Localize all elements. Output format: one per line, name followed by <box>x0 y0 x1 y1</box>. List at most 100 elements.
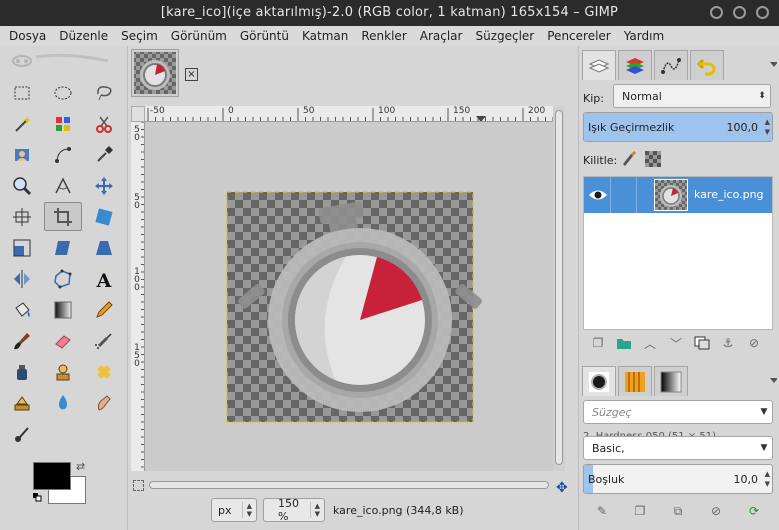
vertical-scrollbar[interactable] <box>553 106 565 471</box>
shear-tool-button[interactable] <box>44 233 82 262</box>
menu-help[interactable]: Yardım <box>624 29 664 43</box>
clone-tool-button[interactable] <box>44 357 82 386</box>
flip-tool-button[interactable] <box>3 264 41 293</box>
heal-tool-button[interactable] <box>85 357 123 386</box>
brushes-dock-menu-icon[interactable] <box>765 376 777 388</box>
blur-sharpen-tool-button[interactable] <box>44 388 82 417</box>
tab-undo-history[interactable] <box>690 50 724 80</box>
measure-tool-button[interactable] <box>44 171 82 200</box>
tab-gradients[interactable] <box>654 366 688 396</box>
move-tool-button[interactable] <box>85 171 123 200</box>
tab-channels[interactable] <box>618 50 652 80</box>
rotate-tool-button[interactable] <box>85 202 123 231</box>
delete-layer-button[interactable]: ⊘ <box>741 334 767 352</box>
paths-tool-button[interactable] <box>44 140 82 169</box>
ruler-corner[interactable] <box>131 106 145 122</box>
unit-selector[interactable]: px ▲ ▼ <box>211 498 257 522</box>
menu-colors[interactable]: Renkler <box>361 29 406 43</box>
spacing-spin-icon[interactable]: ▲ ▼ <box>765 469 770 489</box>
delete-brush-button[interactable]: ⊘ <box>703 502 729 520</box>
brush-tag-filter[interactable]: Süzgeç ▼ <box>583 400 773 424</box>
ellipse-select-tool-button[interactable] <box>44 78 82 107</box>
opacity-spin-icon[interactable]: ▲ ▼ <box>765 117 770 137</box>
edit-brush-button[interactable]: ✎ <box>589 502 615 520</box>
eraser-tool-button[interactable] <box>44 326 82 355</box>
refresh-brushes-button[interactable]: ⟳ <box>741 502 767 520</box>
duplicate-layer-button[interactable] <box>689 334 715 352</box>
spacing-slider[interactable]: Boşluk 10,0 ▲ ▼ <box>583 464 773 494</box>
menu-layer[interactable]: Katman <box>302 29 348 43</box>
lock-alpha-icon[interactable] <box>645 151 661 167</box>
dodge-burn-tool-button[interactable] <box>3 419 41 448</box>
text-tool-button[interactable]: A <box>85 264 123 293</box>
blend-tool-button[interactable] <box>44 295 82 324</box>
vertical-ruler[interactable]: 5 0 5 0 1 0 0 1 5 0 <box>131 122 145 471</box>
bucket-fill-tool-button[interactable] <box>3 295 41 324</box>
menu-filters[interactable]: Süzgeçler <box>475 29 534 43</box>
tab-layers[interactable] <box>582 50 616 80</box>
zoom-tool-button[interactable] <box>3 171 41 200</box>
image-canvas[interactable] <box>226 191 483 423</box>
tab-patterns[interactable] <box>618 366 652 396</box>
new-layer-button[interactable]: ❐ <box>585 334 611 352</box>
zoom-selector[interactable]: 150 % ▲ ▼ <box>263 497 325 523</box>
close-window-button[interactable] <box>756 6 769 19</box>
lock-pixels-icon[interactable] <box>619 150 637 168</box>
smudge-tool-button[interactable] <box>85 388 123 417</box>
reset-colors-icon[interactable] <box>33 493 42 502</box>
new-brush-button[interactable]: ❐ <box>627 502 653 520</box>
crop-tool-button[interactable] <box>44 202 82 231</box>
perspective-tool-button[interactable] <box>85 233 123 262</box>
layer-mode-select[interactable]: Normal ⬍ <box>613 84 771 108</box>
fuzzy-select-tool-button[interactable] <box>3 109 41 138</box>
raise-layer-button[interactable]: ︿ <box>637 334 663 352</box>
layer-row[interactable]: kare_ico.png <box>584 177 772 213</box>
align-tool-button[interactable] <box>3 202 41 231</box>
menu-tools[interactable]: Araçlar <box>420 29 463 43</box>
rect-select-tool-button[interactable] <box>3 78 41 107</box>
anchor-layer-button[interactable]: ⚓ <box>715 334 741 352</box>
menu-windows[interactable]: Pencereler <box>547 29 610 43</box>
opacity-slider[interactable]: Işık Geçirmezlik 100,0 ▲ ▼ <box>583 112 773 142</box>
free-select-tool-button[interactable] <box>85 78 123 107</box>
brush-preset-select[interactable]: Basic, ▼ <box>583 436 773 460</box>
menu-edit[interactable]: Düzenle <box>59 29 108 43</box>
horizontal-ruler[interactable]: -50 0 50 100 150 200 <box>145 106 554 122</box>
menu-select[interactable]: Seçim <box>121 29 158 43</box>
tab-brushes[interactable] <box>582 366 616 396</box>
lower-layer-button[interactable]: ﹀ <box>663 334 689 352</box>
ink-tool-button[interactable] <box>3 357 41 386</box>
visibility-eye-icon[interactable] <box>588 186 608 204</box>
dock-menu-icon[interactable] <box>765 60 777 72</box>
paintbrush-tool-button[interactable] <box>3 326 41 355</box>
duplicate-brush-button[interactable]: ⧉ <box>665 502 691 520</box>
scale-tool-button[interactable] <box>3 233 41 262</box>
color-picker-tool-button[interactable] <box>85 140 123 169</box>
close-image-tab-button[interactable]: × <box>185 68 198 81</box>
cage-transform-tool-button[interactable] <box>44 264 82 293</box>
navigate-icon[interactable]: ✥ <box>556 480 568 496</box>
perspective-clone-tool-button[interactable] <box>3 388 41 417</box>
maximize-button[interactable] <box>733 6 746 19</box>
scissors-select-tool-button[interactable] <box>85 109 123 138</box>
menu-image[interactable]: Görüntü <box>240 29 289 43</box>
horizontal-scroll-thumb[interactable] <box>149 481 549 489</box>
swap-colors-icon[interactable]: ⇄ <box>76 460 85 473</box>
wilber-drop-zone-icon[interactable] <box>8 54 120 68</box>
select-by-color-tool-button[interactable] <box>44 109 82 138</box>
image-tab-thumbnail[interactable] <box>131 49 179 97</box>
menu-file[interactable]: Dosya <box>9 29 46 43</box>
minimize-button[interactable] <box>710 6 723 19</box>
foreground-select-tool-button[interactable] <box>3 140 41 169</box>
tab-paths[interactable] <box>654 50 688 80</box>
horizontal-scrollbar[interactable] <box>145 479 553 491</box>
airbrush-tool-button[interactable] <box>85 326 123 355</box>
canvas-view[interactable] <box>145 122 553 471</box>
menu-view[interactable]: Görünüm <box>171 29 227 43</box>
foreground-color-swatch[interactable] <box>33 462 71 490</box>
quick-mask-toggle[interactable] <box>133 480 144 491</box>
pencil-tool-button[interactable] <box>85 295 123 324</box>
layers-list[interactable]: kare_ico.png <box>583 176 773 330</box>
vertical-scroll-thumb[interactable] <box>555 110 563 465</box>
new-layer-group-button[interactable] <box>611 334 637 352</box>
